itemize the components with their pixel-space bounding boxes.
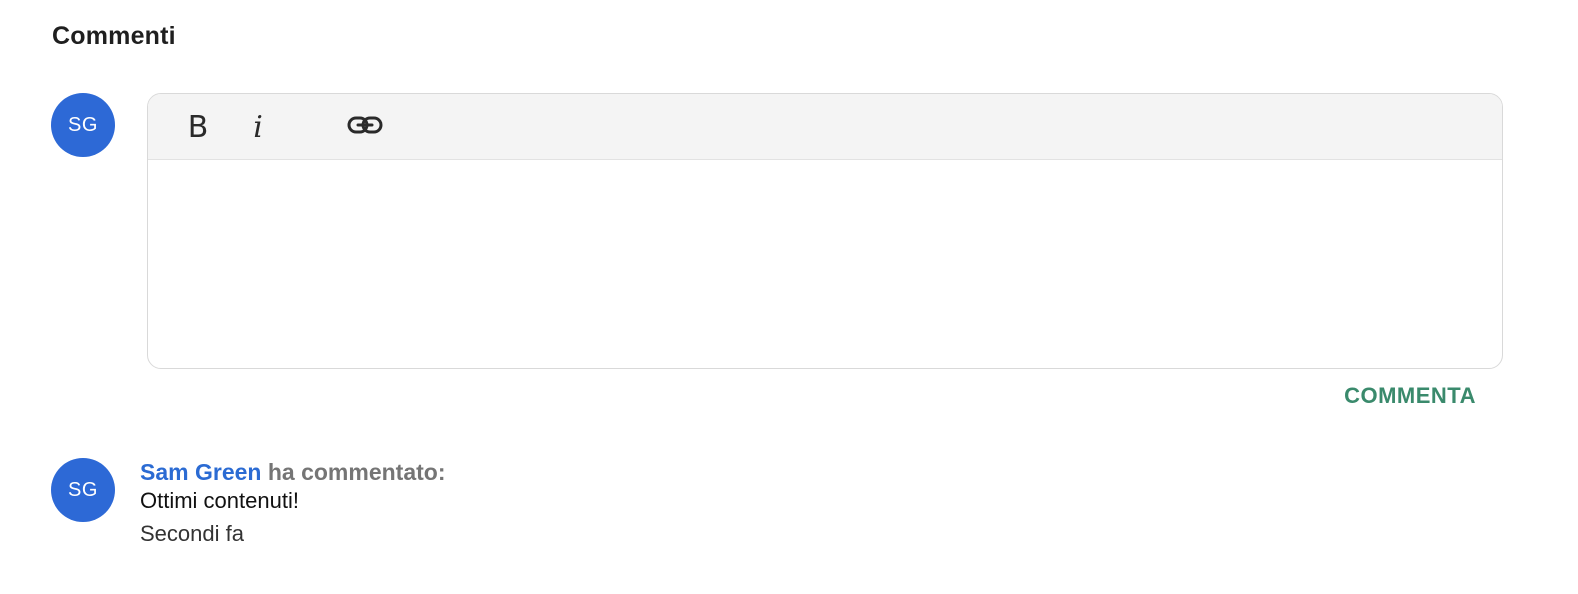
- italic-button[interactable]: i: [237, 106, 279, 148]
- comment-action-text: ha commentato:: [267, 459, 446, 485]
- comment-header: Sam Green ha commentato:: [140, 459, 445, 486]
- comment-body: Ottimi contenuti!: [140, 488, 299, 513]
- comment-text-area[interactable]: [148, 160, 1502, 368]
- comment-timestamp: Secondi fa: [140, 521, 244, 546]
- link-button[interactable]: [344, 106, 386, 148]
- link-icon: [347, 113, 383, 142]
- bold-button[interactable]: B: [177, 106, 219, 148]
- comment-editor: B i: [147, 93, 1503, 369]
- submit-comment-button[interactable]: COMMENTA: [1344, 383, 1476, 409]
- comment-author-avatar: SG: [51, 458, 115, 522]
- comment-author-link[interactable]: Sam Green: [140, 459, 261, 485]
- editor-toolbar: B i: [148, 94, 1502, 160]
- current-user-avatar: SG: [51, 93, 115, 157]
- comments-title: Commenti: [52, 22, 176, 50]
